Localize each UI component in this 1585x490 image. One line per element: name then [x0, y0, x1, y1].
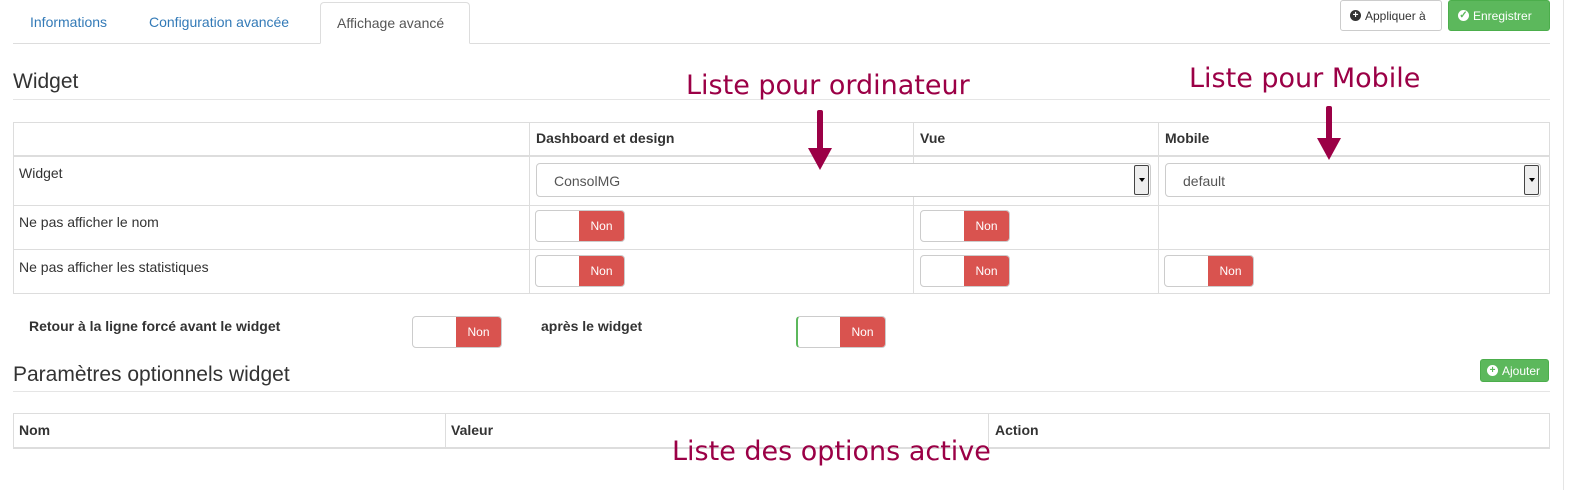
toggle-off-label: Non: [456, 317, 501, 347]
linebreak-before-toggle[interactable]: Non: [412, 316, 502, 348]
params-section-divider: [13, 391, 1550, 392]
table-col-divider: [445, 413, 446, 449]
column-header-mobile: Mobile: [1165, 130, 1210, 146]
toggle-off-label: Non: [1208, 256, 1253, 286]
column-header-action: Action: [995, 422, 1039, 438]
tab-configuration-avancee[interactable]: Configuration avancée: [133, 2, 305, 44]
annotation-arrow-shaft: [817, 110, 823, 150]
column-header-nom: Nom: [19, 422, 51, 438]
hide-stats-vue-toggle[interactable]: Non: [920, 255, 1010, 287]
annotation-desktop-list: Liste pour ordinateur: [686, 70, 970, 101]
apply-to-button[interactable]: + Appliquer à: [1340, 0, 1442, 31]
table-col-divider: [913, 122, 914, 294]
row-label-hide-name: Ne pas afficher le nom: [19, 214, 159, 230]
arrow-down-icon: [1317, 138, 1341, 160]
chevron-down-icon: [1134, 165, 1149, 195]
toggle-off-label: Non: [579, 256, 624, 286]
tab-affichage-avance[interactable]: Affichage avancé: [320, 2, 470, 44]
hide-name-dashboard-toggle[interactable]: Non: [535, 210, 625, 242]
column-header-vue: Vue: [920, 130, 946, 146]
annotation-options-list: Liste des options active: [672, 436, 991, 467]
apply-to-label: Appliquer à: [1365, 8, 1426, 23]
table-row-divider: [13, 249, 1550, 250]
plus-circle-icon: +: [1350, 10, 1361, 21]
row-label-hide-stats: Ne pas afficher les statistiques: [19, 259, 209, 275]
params-section-title: Paramètres optionnels widget: [13, 363, 290, 386]
hide-name-vue-toggle[interactable]: Non: [920, 210, 1010, 242]
linebreak-after-toggle[interactable]: Non: [796, 316, 886, 348]
hide-stats-dashboard-toggle[interactable]: Non: [535, 255, 625, 287]
column-header-valeur: Valeur: [451, 422, 494, 438]
table-row-divider: [13, 205, 1550, 206]
add-parameter-button[interactable]: + Ajouter: [1480, 359, 1549, 382]
dashboard-widget-select[interactable]: ConsolMG: [536, 163, 1151, 197]
annotation-arrow-shaft: [1326, 106, 1332, 140]
widget-section-title: Widget: [13, 70, 79, 93]
row-label-widget: Widget: [19, 165, 63, 181]
toggle-off-label: Non: [964, 256, 1009, 286]
check-circle-icon: ✓: [1458, 9, 1469, 21]
add-parameter-label: Ajouter: [1502, 363, 1541, 378]
table-col-divider: [529, 122, 530, 294]
annotation-mobile-list: Liste pour Mobile: [1189, 63, 1421, 94]
plus-circle-icon: +: [1487, 365, 1498, 376]
chevron-down-icon: [1524, 165, 1539, 195]
save-button[interactable]: ✓ Enregistrer: [1448, 0, 1550, 31]
scrollbar-track: [1563, 0, 1564, 490]
linebreak-before-label: Retour à la ligne forcé avant le widget: [29, 318, 281, 334]
table-col-divider: [1158, 122, 1159, 294]
mobile-widget-select[interactable]: default: [1165, 163, 1541, 197]
toggle-off-label: Non: [579, 211, 624, 241]
toggle-off-label: Non: [840, 317, 885, 347]
toggle-off-label: Non: [964, 211, 1009, 241]
linebreak-after-label: après le widget: [541, 318, 643, 334]
column-header-dashboard: Dashboard et design: [536, 130, 675, 146]
save-label: Enregistrer: [1473, 8, 1532, 23]
dashboard-widget-select-value: ConsolMG: [554, 173, 621, 189]
mobile-widget-select-value: default: [1183, 173, 1226, 189]
arrow-down-icon: [808, 148, 832, 170]
hide-stats-mobile-toggle[interactable]: Non: [1164, 255, 1254, 287]
tab-informations[interactable]: Informations: [14, 2, 123, 44]
